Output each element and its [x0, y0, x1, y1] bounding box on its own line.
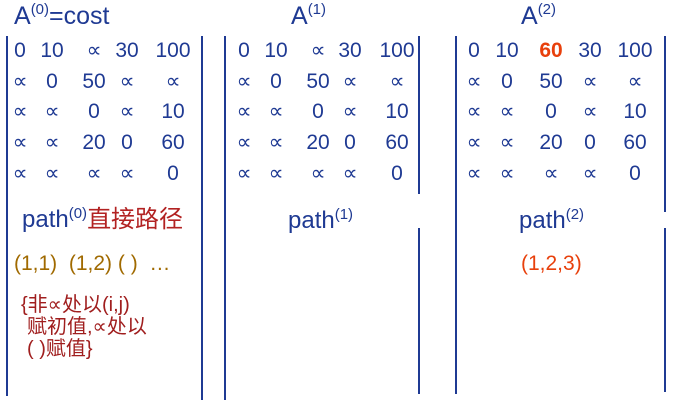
matrix-1-cell-r0-c1: 10: [264, 39, 288, 62]
matrix-1-title: A(1): [291, 1, 327, 30]
matrix-0-title: A(0)=cost: [14, 1, 110, 30]
matrix-2-cell-r2-c2: 0: [545, 100, 557, 123]
matrix-1-cell-r3-c1: ∝: [268, 131, 284, 154]
matrix-2-cell-r3-c3: 0: [584, 131, 596, 154]
matrix-2-cell-r3-c2: 20: [539, 131, 563, 154]
matrix-2-cell-r1-c2: 50: [539, 70, 563, 93]
matrix-1-cell-r2-c1: ∝: [268, 100, 284, 123]
matrix-1-cell-r4-c4: 0: [391, 162, 403, 185]
path-0-label: path(0)直接路径: [22, 205, 184, 233]
path-1-sup: (1): [334, 206, 354, 223]
matrix-0-cell-r3-c3: 0: [121, 131, 133, 154]
matrix-2-title-base: A: [521, 2, 538, 30]
matrix-2-cell-r4-c3: ∝: [582, 162, 598, 185]
matrix-0-cell-r0-c3: 30: [115, 39, 139, 62]
matrix-1-title-base: A: [291, 2, 308, 30]
matrix-1-cell-r1-c4: ∝: [389, 70, 405, 93]
matrix-2-title-sup: (2): [537, 1, 557, 18]
path-1-label: path(1): [288, 206, 354, 234]
path-0-base: path: [22, 206, 69, 233]
matrix-0-cell-r1-c1: 0: [46, 70, 58, 93]
matrix-2-cell-r1-c4: ∝: [627, 70, 643, 93]
matrix-0-right-bracket: [201, 36, 203, 400]
matrix-1-title-sup: (1): [307, 1, 327, 18]
matrix-2-cell-r0-c2: 60: [539, 39, 563, 62]
matrix-1-cell-r3-c3: 0: [344, 131, 356, 154]
path-2-right-divider: [664, 228, 666, 392]
matrix-0-cell-r2-c4: 10: [161, 100, 185, 123]
matrix-2-cell-r3-c4: 60: [623, 131, 647, 154]
path-2-base: path: [519, 207, 566, 234]
matrix-1-cell-r2-c3: ∝: [342, 100, 358, 123]
matrix-2-cell-r0-c3: 30: [578, 39, 602, 62]
matrix-0-cell-r2-c1: ∝: [44, 100, 60, 123]
matrix-2-cell-r1-c1: 0: [501, 70, 513, 93]
path-1-right-divider: [418, 228, 420, 394]
matrix-2-cell-r0-c1: 10: [495, 39, 519, 62]
path-0-suffix: 直接路径: [87, 206, 184, 233]
matrix-0-cell-r3-c4: 60: [161, 131, 185, 154]
matrix-1-cell-r0-c4: 100: [379, 39, 415, 62]
matrix-1-cell-r4-c1: ∝: [268, 162, 284, 185]
matrix-0-title-suffix: =cost: [49, 2, 110, 30]
path-2-value: (1,2,3): [521, 252, 582, 275]
matrix-2-right-bracket: [664, 36, 666, 212]
path-0-value: (1,1) (1,2) ( ) …: [14, 252, 171, 275]
matrix-2-cell-r2-c4: 10: [623, 100, 647, 123]
init-note-line-2: 赋初值,∝处以: [27, 316, 147, 338]
matrix-0-title-base: A: [14, 2, 31, 30]
matrix-0-cell-r4-c3: ∝: [119, 162, 135, 185]
matrix-2-cell-r2-c1: ∝: [499, 100, 515, 123]
path-2-sup: (2): [565, 206, 585, 223]
matrix-1-cell-r1-c1: 0: [270, 70, 282, 93]
matrix-1-cell-r3-c4: 60: [385, 131, 409, 154]
path-0-sup: (0): [68, 205, 88, 222]
matrix-0-cell-r3-c1: ∝: [44, 131, 60, 154]
matrix-0-cell-r0-c1: 10: [40, 39, 64, 62]
matrix-0-cell-r1-c3: ∝: [119, 70, 135, 93]
matrix-1-cell-r0-c3: 30: [338, 39, 362, 62]
matrix-1-cell-r1-c3: ∝: [342, 70, 358, 93]
matrix-1-cell-r2-c4: 10: [385, 100, 409, 123]
init-note-line-3: ( )赋值}: [27, 338, 93, 360]
matrix-0-cell-r0-c4: 100: [155, 39, 191, 62]
matrix-2-title: A(2): [521, 1, 557, 30]
matrix-2-cell-r4-c2: ∝: [543, 162, 559, 185]
matrix-2-cell-r3-c1: ∝: [499, 131, 515, 154]
matrix-2-cell-r2-c3: ∝: [582, 100, 598, 123]
matrix-0-title-sup: (0): [30, 1, 50, 18]
path-2-label: path(2): [519, 206, 585, 234]
matrix-2-cell-r1-c3: ∝: [582, 70, 598, 93]
path-1-base: path: [288, 207, 335, 234]
matrix-0-cell-r2-c3: ∝: [119, 100, 135, 123]
init-note-line-1: {非∝处以(i,j): [21, 294, 130, 316]
matrix-1-cell-r4-c3: ∝: [342, 162, 358, 185]
matrix-0-cell-r4-c1: ∝: [44, 162, 60, 185]
matrix-0-cell-r1-c4: ∝: [165, 70, 181, 93]
matrix-2-cell-r4-c4: 0: [629, 162, 641, 185]
matrix-0-cell-r4-c4: 0: [167, 162, 179, 185]
matrix-2-cell-r4-c1: ∝: [499, 162, 515, 185]
matrix-2-cell-r0-c4: 100: [617, 39, 653, 62]
init-note: {非∝处以(i,j) 赋初值,∝处以 ( )赋值}: [21, 294, 147, 360]
